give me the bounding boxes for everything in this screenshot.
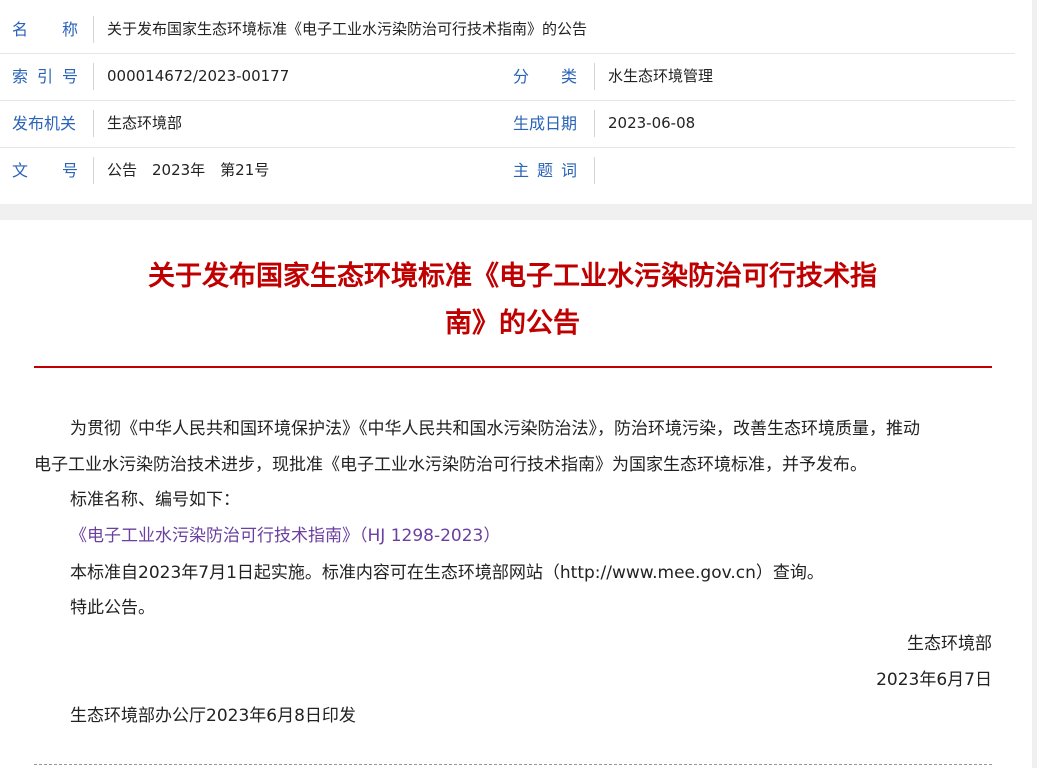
document-meta-panel: 名 称 关于发布国家生态环境标准《电子工业水污染防治可行技术指南》的公告 索 引… xyxy=(0,0,1032,204)
scroll-gutter xyxy=(1032,0,1037,768)
category-value: 水生态环境管理 xyxy=(608,67,714,85)
signature: 生态环境部 xyxy=(907,634,992,654)
separator xyxy=(594,110,595,137)
sign-date: 2023年6月7日 xyxy=(876,670,992,690)
meta-row-issuer: 发布机关 生态环境部 生成日期 2023-06-08 xyxy=(0,100,1015,148)
separator xyxy=(93,63,94,90)
name-value: 关于发布国家生态环境标准《电子工业水污染防治可行技术指南》的公告 xyxy=(107,20,588,38)
meta-row-docno: 文 号 公告 2023年 第21号 主 题 词 xyxy=(0,147,1015,194)
separator xyxy=(93,16,94,43)
bottom-divider xyxy=(34,764,992,765)
paragraph-3: 本标准自2023年7月1日起实施。标准内容可在生态环境部网站（http://ww… xyxy=(70,563,824,583)
paragraph-2: 标准名称、编号如下： xyxy=(70,490,240,510)
subject-label: 主 题 词 xyxy=(513,161,577,180)
index-label: 索 引 号 xyxy=(12,67,78,86)
title-underline xyxy=(34,366,992,368)
date-label: 生成日期 xyxy=(513,114,578,133)
issuer-value: 生态环境部 xyxy=(107,114,183,132)
standard-link[interactable]: 《电子工业水污染防治可行技术指南》（HJ 1298-2023） xyxy=(70,526,500,546)
issuer-label: 发布机关 xyxy=(12,114,77,133)
separator xyxy=(93,110,94,137)
meta-row-name: 名 称 关于发布国家生态环境标准《电子工业水污染防治可行技术指南》的公告 xyxy=(0,6,1015,54)
paragraph-1-line-2: 电子工业水污染防治技术进步，现批准《电子工业水污染防治可行技术指南》为国家生态环… xyxy=(34,455,867,475)
article-title: 关于发布国家生态环境标准《电子工业水污染防治可行技术指 南》的公告 xyxy=(148,261,877,339)
paragraph-1-line-1: 为贯彻《中华人民共和国环境保护法》《中华人民共和国水污染防治法》，防治环境污染，… xyxy=(70,419,920,439)
paragraph-4: 特此公告。 xyxy=(70,598,155,618)
meta-row-index: 索 引 号 000014672/2023-00177 分 类 水生态环境管理 xyxy=(0,53,1015,101)
section-divider xyxy=(0,204,1032,220)
doc-no-value: 公告 2023年 第21号 xyxy=(107,161,270,179)
separator xyxy=(594,157,595,184)
category-label: 分 类 xyxy=(513,67,577,86)
index-value: 000014672/2023-00177 xyxy=(107,67,290,85)
footer-note: 生态环境部办公厅2023年6月8日印发 xyxy=(70,706,356,726)
date-value: 2023-06-08 xyxy=(608,114,696,132)
separator xyxy=(594,63,595,90)
separator xyxy=(93,157,94,184)
doc-no-label: 文 号 xyxy=(12,161,78,180)
name-label: 名 称 xyxy=(12,20,78,39)
